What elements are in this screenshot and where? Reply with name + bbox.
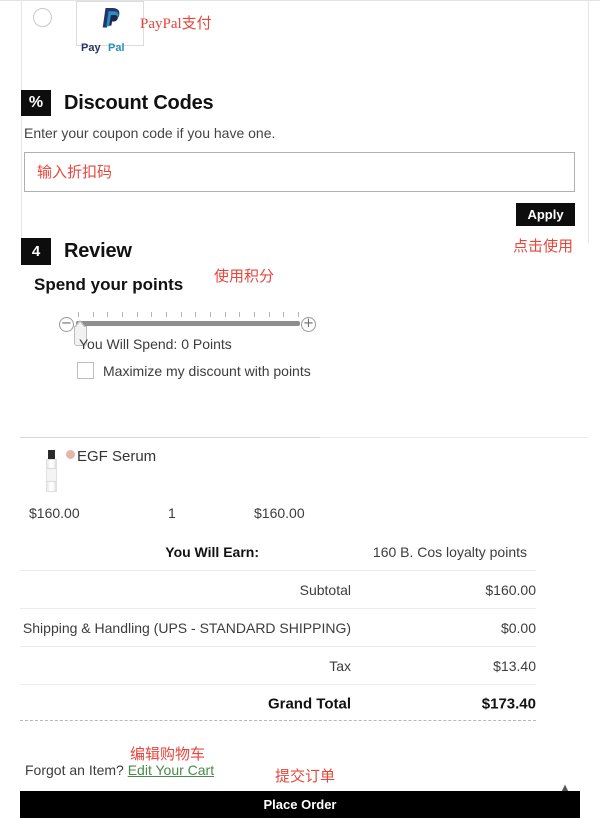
product-name: EGF Serum [77, 448, 157, 465]
slider-tick [269, 312, 270, 317]
bottle-label [47, 468, 56, 482]
slider-track[interactable] [76, 321, 300, 326]
payment-method-paypal[interactable]: Pay Pal [22, 1, 588, 55]
total-row-label: Shipping & Handling (UPS - STANDARD SHIP… [22, 619, 351, 636]
slider-tick [107, 312, 108, 317]
place-order-button[interactable]: Place Order [20, 791, 580, 818]
slider-minus-icon[interactable]: − [59, 317, 74, 332]
paypal-mark-icon [102, 8, 120, 28]
annotation-apply: 点击使用 [513, 239, 574, 255]
forgot-item-label: Forgot an Item? [25, 762, 124, 778]
total-row-value: $0.00 [500, 619, 536, 636]
maximize-discount-checkbox[interactable] [77, 362, 94, 379]
slider-tick [166, 312, 167, 317]
cart-top-divider [20, 437, 320, 438]
cart-price-row: $160.00 1 $160.00 [0, 505, 600, 525]
total-row-label: Tax [329, 657, 351, 674]
slider-tick [239, 312, 240, 317]
cart-product-row: EGF Serum [44, 447, 544, 492]
order-totals: You Will Earn: 160 B. Cos loyalty points S… [20, 533, 536, 722]
product-unit-price: $160.00 [29, 505, 80, 521]
slider-ticks [78, 312, 299, 318]
total-row: Grand Total $173.40 [20, 685, 536, 722]
totals-dashed-divider [20, 720, 536, 721]
paypal-word-pal: Pal [108, 42, 125, 54]
total-row-value: 160 B. Cos loyalty points [372, 543, 527, 560]
coupon-code-input[interactable] [24, 152, 575, 192]
discount-codes-header: % Discount Codes [21, 90, 214, 116]
annotation-edit-cart: 编辑购物车 [130, 747, 206, 763]
slider-tick [151, 312, 152, 317]
annotation-paypal: PayPal支付 [140, 16, 212, 32]
checkout-page: Pay Pal PayPal支付 % Discount Codes Enter … [0, 0, 600, 818]
spend-points-title: Spend your points [34, 275, 184, 294]
total-row: Tax $13.40 [20, 647, 536, 685]
paypal-wordmark-icon: Pay Pal [81, 42, 125, 54]
slider-tick [210, 312, 211, 317]
paypal-radio[interactable] [33, 8, 52, 27]
total-row-label: Subtotal [299, 581, 351, 598]
maximize-discount-row[interactable]: Maximize my discount with points [77, 362, 311, 379]
product-quantity: 1 [168, 505, 176, 521]
total-row: Subtotal $160.00 [20, 571, 536, 609]
product-thumbnail-icon[interactable] [44, 450, 59, 492]
product-swatch-icon [66, 450, 75, 459]
forgot-item-text: Forgot an Item? Edit Your Cart [25, 762, 214, 778]
step-number-badge: 4 [21, 238, 51, 265]
total-row: You Will Earn: 160 B. Cos loyalty points [20, 533, 536, 571]
points-spend-label: You Will Spend: 0 Points [79, 336, 232, 352]
total-row-value: $160.00 [485, 581, 536, 598]
discount-codes-title: Discount Codes [64, 91, 214, 114]
maximize-discount-label: Maximize my discount with points [103, 362, 311, 379]
slider-plus-icon[interactable]: + [301, 317, 316, 332]
column-border-right [588, 0, 589, 243]
slider-tick [298, 312, 299, 317]
percent-icon: % [21, 90, 51, 116]
cart-top-divider-faint [320, 437, 588, 438]
paypal-word-pay: Pay [81, 42, 101, 54]
slider-tick [78, 312, 79, 317]
review-header: 4 Review [21, 238, 132, 265]
discount-codes-subtitle: Enter your coupon code if you have one. [24, 125, 276, 141]
total-row-label: Grand Total [267, 695, 351, 712]
apply-coupon-button[interactable]: Apply [516, 203, 575, 226]
slider-tick [225, 312, 226, 317]
edit-your-cart-link[interactable]: Edit Your Cart [128, 762, 214, 778]
slider-tick [195, 312, 196, 317]
slider-tick [137, 312, 138, 317]
total-row-value: $173.40 [481, 695, 536, 712]
annotation-place-order: 提交订单 [275, 769, 336, 785]
slider-tick [93, 312, 94, 317]
review-title: Review [64, 240, 132, 262]
total-row-label: You Will Earn: [165, 543, 259, 560]
paypal-logo-icon: Pay Pal [76, 1, 144, 54]
product-row-subtotal: $160.00 [254, 505, 305, 521]
annotation-spend-points: 使用积分 [214, 269, 275, 285]
total-row: Shipping & Handling (UPS - STANDARD SHIP… [20, 609, 536, 647]
slider-tick [181, 312, 182, 317]
slider-tick [122, 312, 123, 317]
total-row-value: $13.40 [493, 657, 536, 674]
slider-tick [283, 312, 284, 317]
slider-tick [254, 312, 255, 317]
